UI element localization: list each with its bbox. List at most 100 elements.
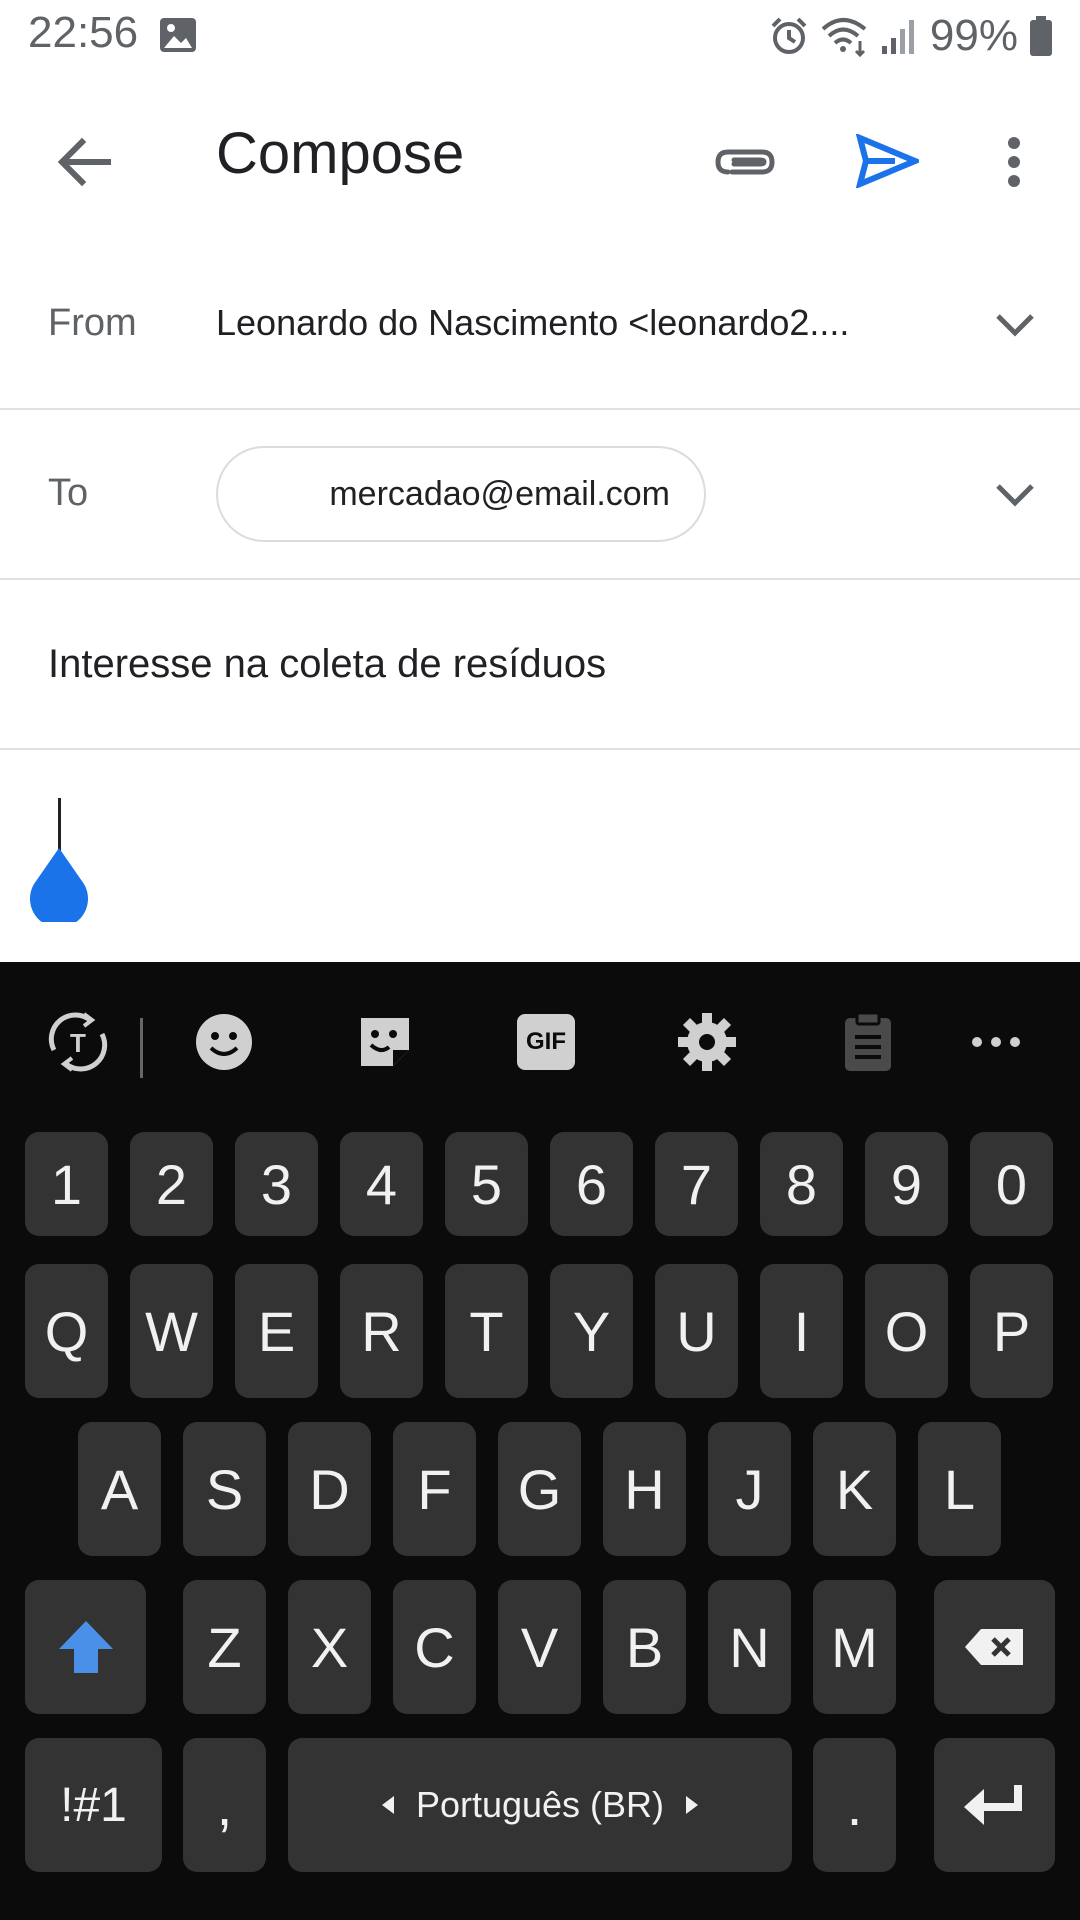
sticker-button[interactable] <box>345 1006 425 1078</box>
key-f[interactable]: F <box>393 1422 476 1556</box>
key-o[interactable]: O <box>865 1264 948 1398</box>
to-label: To <box>48 472 89 514</box>
key-e[interactable]: E <box>235 1264 318 1398</box>
shift-key[interactable] <box>25 1580 146 1714</box>
from-label: From <box>48 302 137 344</box>
key-2[interactable]: 2 <box>130 1132 213 1236</box>
key-a[interactable]: A <box>78 1422 161 1556</box>
space-key-label: Português (BR) <box>415 1784 665 1825</box>
key-g[interactable]: G <box>498 1422 581 1556</box>
recipient-chip[interactable]: mercadao@email.com <box>216 446 706 542</box>
key-s[interactable]: S <box>183 1422 266 1556</box>
key-4[interactable]: 4 <box>340 1132 423 1236</box>
from-value[interactable]: Leonardo do Nascimento <leonardo2.... <box>216 302 896 344</box>
battery-icon <box>1028 15 1054 57</box>
translate-icon: T <box>48 1012 108 1072</box>
key-9[interactable]: 9 <box>865 1132 948 1236</box>
key-7[interactable]: 7 <box>655 1132 738 1236</box>
app-bar: Compose <box>0 72 1080 240</box>
gif-label: GIF <box>526 1028 566 1055</box>
key-b[interactable]: B <box>603 1580 686 1714</box>
status-time: 22:56 <box>28 8 139 57</box>
settings-icon <box>678 1013 736 1071</box>
key-i[interactable]: I <box>760 1264 843 1398</box>
keyboard-toolbar: T GIF <box>0 962 1080 1122</box>
key-w[interactable]: W <box>130 1264 213 1398</box>
image-icon <box>158 16 198 54</box>
signal-icon <box>880 16 916 56</box>
key-k[interactable]: K <box>813 1422 896 1556</box>
key-0[interactable]: 0 <box>970 1132 1053 1236</box>
key-l[interactable]: L <box>918 1422 1001 1556</box>
key-q[interactable]: Q <box>25 1264 108 1398</box>
key-j[interactable]: J <box>708 1422 791 1556</box>
send-icon <box>855 134 919 188</box>
enter-icon <box>963 1785 1022 1825</box>
keyboard: T GIF 1 2 3 4 5 6 7 8 9 0 Q W E R T Y U … <box>0 962 1080 1920</box>
toolbar-more-button[interactable] <box>956 1006 1036 1078</box>
send-button[interactable] <box>842 116 932 206</box>
more-horiz-icon <box>972 1037 1020 1047</box>
key-3[interactable]: 3 <box>235 1132 318 1236</box>
clipboard-icon <box>845 1011 891 1071</box>
status-bar: 22:56 99% <box>0 0 1080 72</box>
comma-key[interactable]: , <box>183 1738 266 1872</box>
key-p[interactable]: P <box>970 1264 1053 1398</box>
attach-button[interactable] <box>700 122 790 202</box>
svg-text:T: T <box>70 1028 86 1058</box>
emoji-button[interactable] <box>184 1006 264 1078</box>
subject-field[interactable]: Interesse na coleta de resíduos <box>48 642 606 687</box>
key-1[interactable]: 1 <box>25 1132 108 1236</box>
shift-arrow-icon <box>58 1621 113 1673</box>
gif-icon: GIF <box>517 1014 575 1070</box>
more-vert-icon <box>1008 137 1020 187</box>
enter-key[interactable] <box>934 1738 1055 1872</box>
from-row: From Leonardo do Nascimento <leonardo2..… <box>0 240 1080 410</box>
text-cursor <box>58 798 61 854</box>
clipboard-button[interactable] <box>828 1006 908 1078</box>
to-row: To mercadao@email.com <box>0 410 1080 580</box>
status-icons: 99% <box>768 8 1054 64</box>
key-z[interactable]: Z <box>183 1580 266 1714</box>
symbols-key[interactable]: !#1 <box>25 1738 162 1872</box>
key-6[interactable]: 6 <box>550 1132 633 1236</box>
period-key[interactable]: . <box>813 1738 896 1872</box>
toolbar-divider <box>140 1018 143 1078</box>
page-title: Compose <box>216 121 465 186</box>
back-arrow-icon <box>57 137 111 187</box>
key-h[interactable]: H <box>603 1422 686 1556</box>
key-5[interactable]: 5 <box>445 1132 528 1236</box>
back-button[interactable] <box>40 122 128 202</box>
key-r[interactable]: R <box>340 1264 423 1398</box>
key-v[interactable]: V <box>498 1580 581 1714</box>
key-8[interactable]: 8 <box>760 1132 843 1236</box>
body-field[interactable] <box>0 752 1080 962</box>
key-y[interactable]: Y <box>550 1264 633 1398</box>
key-u[interactable]: U <box>655 1264 738 1398</box>
cursor-handle[interactable] <box>26 848 92 922</box>
to-expand-button[interactable] <box>980 460 1050 530</box>
battery-percent: 99% <box>929 11 1018 60</box>
key-x[interactable]: X <box>288 1580 371 1714</box>
key-t[interactable]: T <box>445 1264 528 1398</box>
caret-left-icon <box>381 1796 394 1814</box>
subject-row[interactable]: Interesse na coleta de resíduos <box>0 580 1080 750</box>
key-d[interactable]: D <box>288 1422 371 1556</box>
key-m[interactable]: M <box>813 1580 896 1714</box>
backspace-key[interactable] <box>934 1580 1055 1714</box>
backspace-icon <box>964 1629 1023 1665</box>
keyboard-settings-button[interactable] <box>667 1006 747 1078</box>
more-options-button[interactable] <box>984 122 1044 202</box>
alarm-icon <box>768 15 810 57</box>
space-key[interactable]: Português (BR) <box>288 1738 792 1872</box>
key-c[interactable]: C <box>393 1580 476 1714</box>
wifi-icon <box>820 15 870 57</box>
from-expand-button[interactable] <box>980 290 1050 360</box>
gif-button[interactable]: GIF <box>506 1006 586 1078</box>
emoji-icon <box>196 1014 252 1070</box>
chevron-down-icon <box>996 314 1034 337</box>
paperclip-icon <box>715 149 775 175</box>
translate-button[interactable]: T <box>38 1006 118 1078</box>
key-n[interactable]: N <box>708 1580 791 1714</box>
sticker-icon <box>361 1018 409 1066</box>
